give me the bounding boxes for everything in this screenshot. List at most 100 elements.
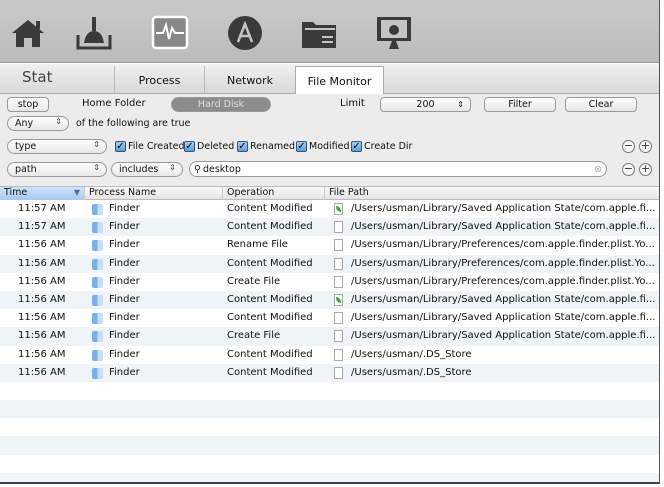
table-row[interactable]: 11:56 AM Finder Content Modified /Users/…: [0, 290, 659, 310]
limit-select[interactable]: 200 ⇕: [380, 97, 471, 112]
process-cell: Finder: [109, 293, 140, 305]
app-store-icon[interactable]: [226, 14, 264, 52]
checkbox-modified[interactable]: ✓ Modified: [296, 141, 350, 152]
process-cell: Finder: [109, 239, 140, 251]
process-cell: Finder: [109, 366, 140, 378]
operation-cell: Content Modified: [227, 312, 313, 324]
operation-cell: Create File: [227, 275, 281, 287]
table-row[interactable]: [0, 472, 659, 482]
check-icon: ✓: [115, 141, 126, 152]
finder-icon: [92, 258, 103, 270]
path-cell: /Users/usman/Library/Saved Application S…: [351, 221, 656, 233]
home-folder-option[interactable]: Home Folder: [82, 98, 146, 109]
table-row[interactable]: 11:57 AM Finder Content Modified /Users/…: [0, 200, 659, 218]
rule2-field-select[interactable]: path ⇕: [7, 162, 107, 177]
table-row[interactable]: 11:57 AM Finder Content Modified /Users/…: [0, 218, 659, 237]
table-row[interactable]: [0, 418, 659, 436]
checkbox-label: Modified: [309, 141, 350, 152]
document-leaf-icon: [334, 203, 343, 215]
checkbox-deleted[interactable]: ✓ Deleted: [184, 141, 234, 152]
operation-cell: Content Modified: [227, 293, 313, 305]
document-icon: [334, 239, 343, 252]
table-row[interactable]: 11:56 AM Finder Create File /Users/usman…: [0, 327, 659, 346]
clear-button[interactable]: Clear: [565, 97, 637, 112]
path-cell: /Users/usman/Library/Preferences/com.app…: [351, 275, 655, 287]
rule2-operator-select[interactable]: includes ⇕: [111, 162, 183, 177]
clear-search-icon[interactable]: ⊗: [594, 164, 602, 175]
tab-network[interactable]: Network: [204, 66, 295, 94]
column-file-path[interactable]: File Path: [325, 187, 659, 200]
path-cell: /Users/usman/.DS_Store: [351, 348, 472, 360]
checkbox-label: Create Dir: [364, 141, 413, 152]
folder-icon[interactable]: [300, 14, 338, 52]
table-row[interactable]: 11:56 AM Finder Content Modified /Users/…: [0, 254, 659, 273]
table-row[interactable]: [0, 436, 659, 455]
table-row[interactable]: 11:56 AM Finder Content Modified /Users/…: [0, 309, 659, 327]
check-icon: ✓: [296, 141, 307, 152]
process-cell: Finder: [109, 348, 140, 360]
document-icon: [334, 330, 343, 343]
remove-rule-button[interactable]: −: [622, 140, 635, 153]
rule2-field-value: path: [15, 164, 37, 175]
home-icon[interactable]: [9, 14, 47, 52]
tab-process[interactable]: Process: [114, 66, 204, 94]
broom-icon[interactable]: [75, 14, 113, 52]
time-cell: 11:56 AM: [18, 293, 66, 305]
process-cell: Finder: [109, 312, 140, 324]
rule1-field-value: type: [15, 141, 37, 152]
add-rule-button[interactable]: +: [639, 140, 652, 153]
match-suffix: of the following are true: [76, 118, 191, 129]
column-time[interactable]: Time ▼: [0, 187, 85, 200]
rule2-operator-value: includes: [119, 164, 159, 175]
limit-value: 200: [416, 99, 435, 110]
check-icon: ✓: [351, 141, 362, 152]
tab-file-monitor[interactable]: File Monitor: [295, 66, 384, 95]
path-cell: /Users/usman/Library/Saved Application S…: [351, 293, 656, 305]
document-leaf-icon: [334, 293, 343, 306]
checkbox-renamed[interactable]: ✓ Renamed: [237, 141, 295, 152]
document-icon: [334, 366, 343, 379]
activity-monitor-icon[interactable]: [151, 14, 189, 52]
table-row[interactable]: [0, 455, 659, 473]
check-icon: ✓: [237, 141, 248, 152]
operation-cell: Content Modified: [227, 257, 313, 269]
tab-bar: Stat Process Network File Monitor: [0, 64, 659, 95]
column-process-name[interactable]: Process Name: [85, 187, 223, 200]
operation-cell: Create File: [227, 330, 281, 342]
column-operation[interactable]: Operation: [223, 187, 325, 200]
finder-icon: [92, 367, 103, 379]
time-cell: 11:56 AM: [18, 312, 66, 324]
app-window: Stat Process Network File Monitor stop H…: [0, 0, 660, 484]
path-cell: /Users/usman/Library/Saved Application S…: [351, 203, 656, 214]
finder-icon: [92, 331, 103, 343]
operation-cell: Content Modified: [227, 366, 313, 378]
document-icon: [334, 257, 343, 270]
process-cell: Finder: [109, 257, 140, 269]
path-cell: /Users/usman/Library/Saved Application S…: [351, 312, 656, 324]
remove-rule-button[interactable]: −: [622, 163, 635, 176]
table-row[interactable]: [0, 400, 659, 419]
mac-display-icon[interactable]: [375, 14, 413, 52]
table-row[interactable]: 11:56 AM Finder Content Modified /Users/…: [0, 363, 659, 382]
filter-button[interactable]: Filter: [484, 97, 556, 112]
checkbox-label: Deleted: [197, 141, 235, 152]
document-icon: [334, 221, 343, 234]
search-input[interactable]: ⚲ desktop ⊗: [189, 161, 607, 177]
process-cell: Finder: [109, 203, 140, 214]
hard-disk-option[interactable]: Hard Disk: [171, 97, 271, 112]
rule1-field-select[interactable]: type ⇕: [7, 139, 107, 154]
process-cell: Finder: [109, 221, 140, 233]
time-cell: 11:57 AM: [18, 221, 66, 233]
table-row[interactable]: 11:56 AM Finder Rename File /Users/usman…: [0, 236, 659, 254]
time-cell: 11:56 AM: [18, 348, 66, 360]
table-row[interactable]: 11:56 AM Finder Content Modified /Users/…: [0, 346, 659, 364]
match-select[interactable]: Any ⇕: [7, 116, 69, 131]
finder-icon: [92, 204, 103, 215]
stop-button[interactable]: stop: [7, 97, 49, 112]
checkbox-file-created[interactable]: ✓ File Created: [115, 141, 185, 152]
table-row[interactable]: 11:56 AM Finder Create File /Users/usman…: [0, 273, 659, 291]
table-row[interactable]: [0, 382, 659, 400]
checkbox-create-dir[interactable]: ✓ Create Dir: [351, 141, 412, 152]
add-rule-button[interactable]: +: [639, 163, 652, 176]
filter-controls: stop Home Folder Hard Disk Limit 200 ⇕ Fi…: [0, 94, 659, 186]
